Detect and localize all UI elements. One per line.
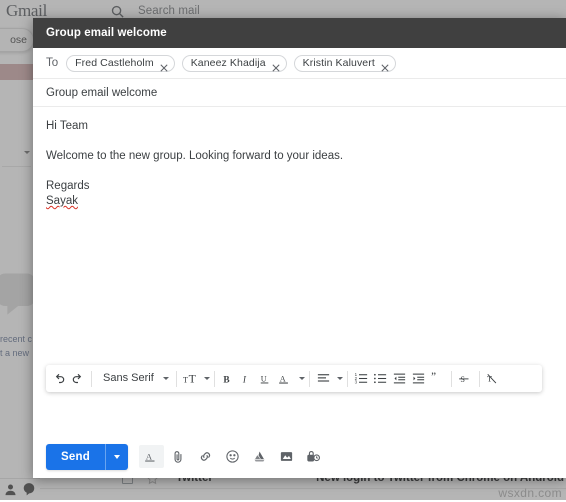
insert-photo-icon[interactable] xyxy=(274,445,299,468)
quote-button[interactable]: ” xyxy=(428,368,447,389)
svg-text:”: ” xyxy=(431,372,436,383)
message-body[interactable]: Hi Team Welcome to the new group. Lookin… xyxy=(33,107,566,435)
indent-more-button[interactable] xyxy=(409,368,428,389)
italic-button[interactable]: I xyxy=(238,368,257,389)
watermark: wsxdn.com xyxy=(498,486,562,500)
svg-text:A: A xyxy=(280,374,286,383)
chevron-down-icon[interactable] xyxy=(298,377,305,380)
undo-icon[interactable] xyxy=(49,368,68,389)
body-signature: Sayak xyxy=(46,194,553,209)
toolbar-separator xyxy=(213,370,215,387)
recipient-chip[interactable]: Fred Castleholm xyxy=(66,54,175,72)
compose-dialog: Group email welcome To Fred Castleholm K… xyxy=(33,18,566,478)
close-icon[interactable] xyxy=(272,59,280,72)
toolbar-separator xyxy=(91,370,92,387)
font-family-select[interactable]: Sans Serif xyxy=(96,368,172,389)
font-size-icon[interactable]: TT xyxy=(181,368,200,389)
misspelled-word: Sayak xyxy=(46,195,78,207)
recipient-chip[interactable]: Kaneez Khadija xyxy=(181,54,287,72)
svg-text:B: B xyxy=(224,375,230,385)
svg-text:S: S xyxy=(461,374,466,383)
recipients-field[interactable]: To Fred Castleholm Kaneez Khadija Kristi… xyxy=(33,48,566,79)
insert-emoji-icon[interactable] xyxy=(220,445,245,468)
format-text-icon[interactable]: A xyxy=(138,445,164,468)
subject-input[interactable]: Group email welcome xyxy=(33,79,566,107)
toolbar-separator xyxy=(308,370,310,387)
compose-title: Group email welcome xyxy=(46,27,167,39)
attach-file-icon[interactable] xyxy=(166,445,191,468)
toolbar-separator xyxy=(478,370,480,387)
align-button[interactable] xyxy=(314,368,333,389)
chevron-down-icon[interactable] xyxy=(336,377,343,380)
compose-footer: Send A xyxy=(33,435,566,478)
bulleted-list-button[interactable] xyxy=(371,368,390,389)
compose-header[interactable]: Group email welcome xyxy=(33,18,566,48)
svg-text:I: I xyxy=(242,375,247,385)
recipient-chip[interactable]: Kristin Kaluvert xyxy=(293,54,396,72)
underline-button[interactable]: U xyxy=(257,368,276,389)
indent-less-button[interactable] xyxy=(390,368,409,389)
text-color-button[interactable]: A xyxy=(276,368,295,389)
font-family-value: Sans Serif xyxy=(103,372,154,384)
svg-text:U: U xyxy=(261,374,267,383)
send-button-label: Send xyxy=(61,450,90,463)
send-options-button[interactable] xyxy=(106,444,128,470)
compose-tool-icons: A xyxy=(138,445,328,468)
send-button[interactable]: Send xyxy=(46,443,128,470)
redo-icon[interactable] xyxy=(68,368,87,389)
bold-button[interactable]: B xyxy=(219,368,238,389)
numbered-list-button[interactable]: 123 xyxy=(352,368,371,389)
svg-text:3: 3 xyxy=(354,380,357,385)
confidential-mode-icon[interactable] xyxy=(301,445,326,468)
toolbar-separator xyxy=(346,370,348,387)
recipient-name: Kaneez Khadija xyxy=(190,57,266,69)
insert-link-icon[interactable] xyxy=(193,445,218,468)
recipient-name: Kristin Kaluvert xyxy=(302,57,375,69)
body-greeting: Hi Team xyxy=(46,120,88,132)
body-signoff: Regards xyxy=(46,180,90,192)
chevron-down-icon xyxy=(113,454,120,459)
chevron-down-icon[interactable] xyxy=(203,377,210,380)
insert-drive-icon[interactable] xyxy=(247,445,272,468)
toolbar-separator xyxy=(450,370,452,387)
close-icon[interactable] xyxy=(160,59,168,72)
body-paragraph: Welcome to the new group. Looking forwar… xyxy=(46,150,344,162)
svg-text:T: T xyxy=(183,375,188,384)
to-label: To xyxy=(46,57,59,69)
chevron-down-icon xyxy=(162,377,169,380)
svg-text:A: A xyxy=(146,451,153,461)
toolbar-separator xyxy=(175,370,177,387)
recipient-name: Fred Castleholm xyxy=(75,57,154,69)
close-icon[interactable] xyxy=(381,59,389,72)
strikethrough-button[interactable]: S xyxy=(456,368,475,389)
remove-formatting-button[interactable]: T xyxy=(484,368,503,389)
svg-text:T: T xyxy=(188,371,196,385)
formatting-toolbar: Sans Serif TT B I U A 1 2 3 ” S T xyxy=(46,365,542,392)
